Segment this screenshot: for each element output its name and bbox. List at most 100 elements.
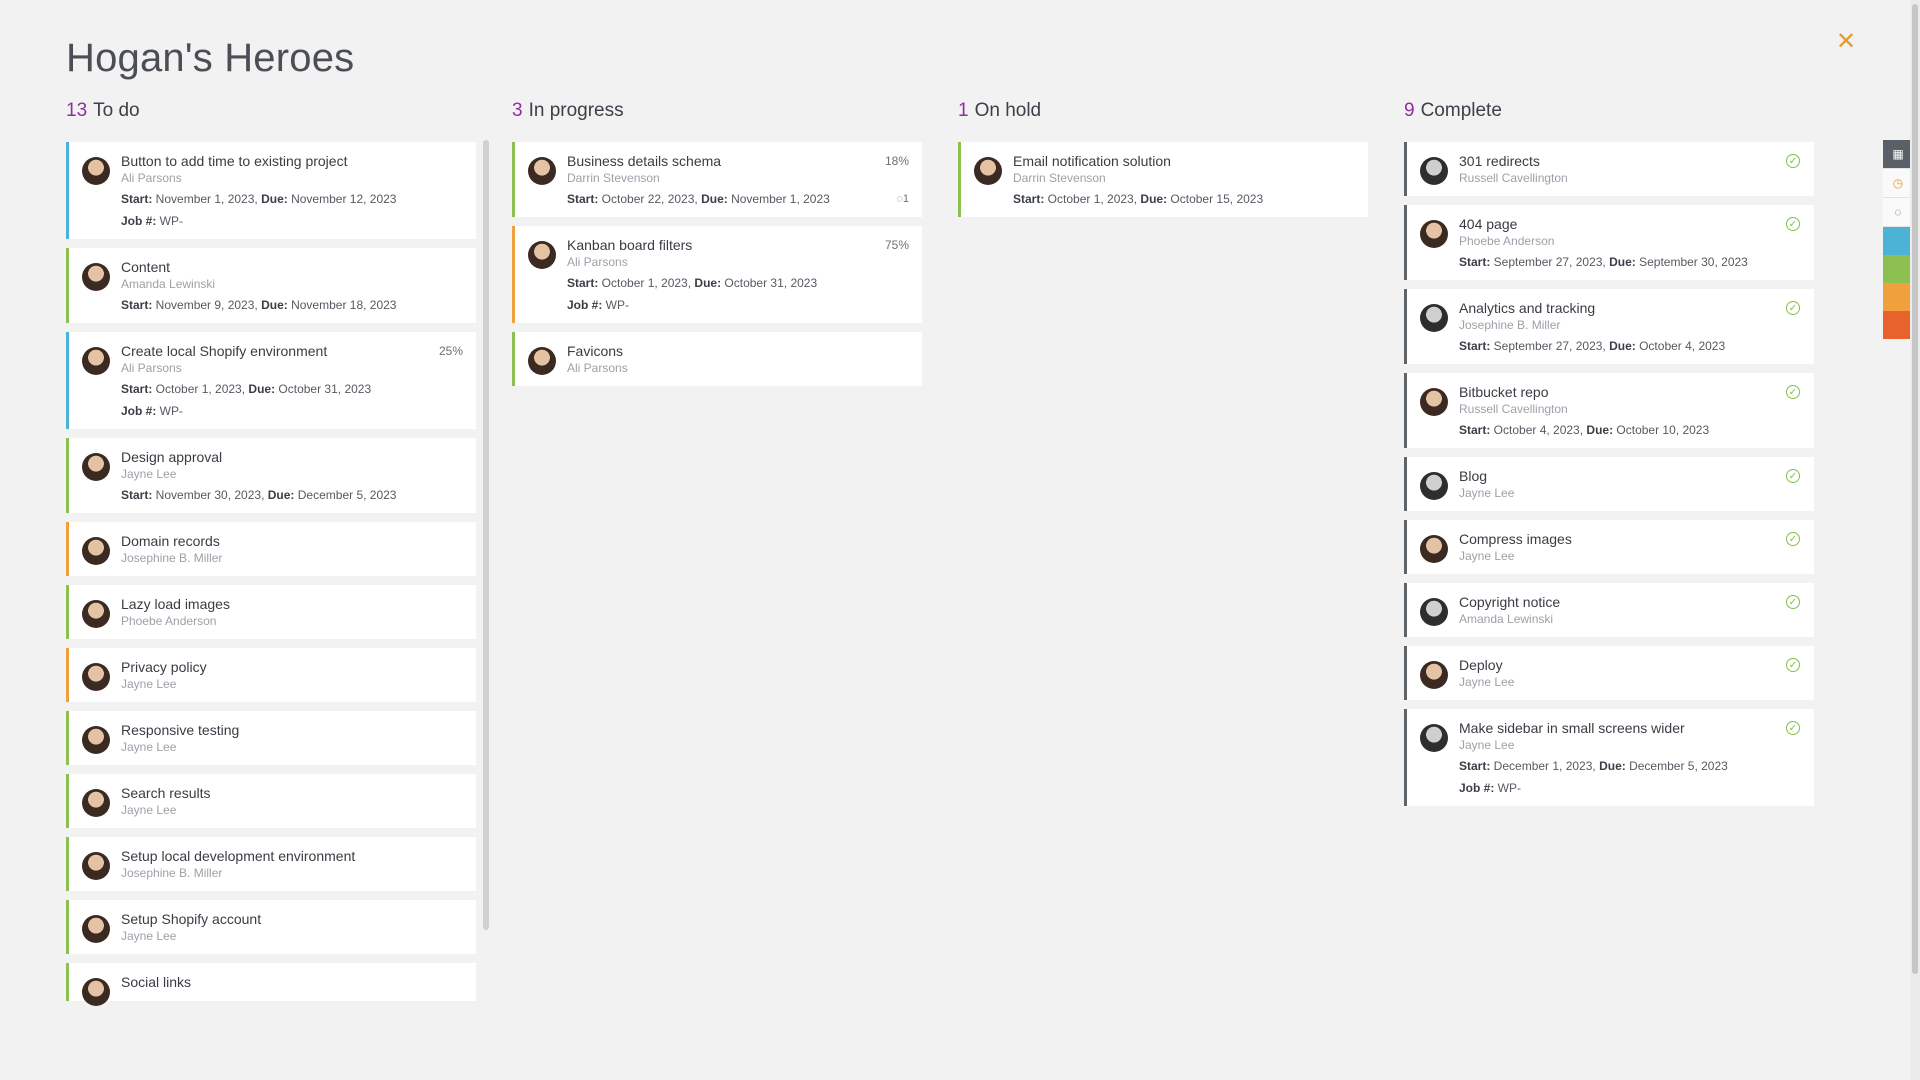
- task-name[interactable]: Email notification solution: [1013, 152, 1356, 170]
- task-card[interactable]: Create local Shopify environment Ali Pars…: [66, 332, 476, 429]
- task-name[interactable]: Make sidebar in small screens wider: [1459, 719, 1802, 737]
- task-name[interactable]: 404 page: [1459, 215, 1802, 233]
- task-name[interactable]: Setup local development environment: [121, 847, 464, 865]
- card-body: Setup local development environment Josep…: [121, 847, 464, 881]
- start-label: Start:: [121, 382, 153, 396]
- task-card[interactable]: Kanban board filters Ali Parsons Start: Oc…: [512, 226, 922, 323]
- task-name[interactable]: Search results: [121, 784, 464, 802]
- complete-check-icon: ✓: [1786, 217, 1800, 231]
- card-body: 404 page Phoebe Anderson Start: September …: [1459, 215, 1802, 270]
- color-filter-swatch[interactable]: [1883, 283, 1913, 311]
- task-card[interactable]: Analytics and tracking Josephine B. Mille…: [1404, 289, 1814, 364]
- page-scrollbar-thumb[interactable]: [1912, 4, 1918, 974]
- task-card[interactable]: Domain records Josephine B. Miller: [66, 522, 476, 576]
- task-name[interactable]: 301 redirects: [1459, 152, 1802, 170]
- column-title: Complete: [1420, 100, 1502, 121]
- task-card[interactable]: Email notification solution Darrin Steven…: [958, 142, 1368, 217]
- task-card[interactable]: Privacy policy Jayne Lee: [66, 648, 476, 702]
- task-name[interactable]: Social links: [121, 973, 464, 991]
- due-label: Due:: [267, 488, 295, 502]
- task-card[interactable]: Setup Shopify account Jayne Lee: [66, 900, 476, 954]
- due-date: December 5, 2023: [294, 488, 397, 502]
- task-name[interactable]: Design approval: [121, 448, 464, 466]
- job-label: Job #:: [567, 298, 603, 312]
- complete-check-icon: ✓: [1786, 385, 1800, 399]
- clock-icon[interactable]: ◷: [1883, 169, 1913, 198]
- task-card[interactable]: Lazy load images Phoebe Anderson: [66, 585, 476, 639]
- task-card[interactable]: Business details schema Darrin Stevenson S…: [512, 142, 922, 217]
- task-card[interactable]: Responsive testing Jayne Lee: [66, 711, 476, 765]
- complete-check-icon: ✓: [1786, 301, 1800, 315]
- page-scrollbar[interactable]: [1910, 0, 1920, 1080]
- task-card[interactable]: Search results Jayne Lee: [66, 774, 476, 828]
- task-name[interactable]: Analytics and tracking: [1459, 299, 1802, 317]
- assignee-name: Jayne Lee: [1459, 675, 1515, 689]
- task-name[interactable]: Copyright notice: [1459, 593, 1802, 611]
- task-card[interactable]: Setup local development environment Josep…: [66, 837, 476, 891]
- avatar: [82, 347, 110, 375]
- task-name[interactable]: Kanban board filters: [567, 236, 910, 254]
- grid-icon[interactable]: ▦: [1883, 140, 1913, 169]
- task-name[interactable]: Deploy: [1459, 656, 1802, 674]
- column-header: 13 To do: [66, 100, 476, 126]
- task-card[interactable]: Copyright notice Amanda Lewinski ✓: [1404, 583, 1814, 637]
- task-name[interactable]: Bitbucket repo: [1459, 383, 1802, 401]
- task-card[interactable]: Content Amanda Lewinski Start: November 9,…: [66, 248, 476, 323]
- complete-check-icon: ✓: [1786, 721, 1800, 735]
- task-card[interactable]: Favicons Ali Parsons: [512, 332, 922, 386]
- progress-percent: 75%: [884, 238, 909, 252]
- card-body: Button to add time to existing project Al…: [121, 152, 464, 229]
- close-icon[interactable]: ✕: [1834, 30, 1858, 54]
- task-name[interactable]: Button to add time to existing project: [121, 152, 464, 170]
- start-date: October 4, 2023,: [1490, 423, 1587, 437]
- todo-scrollbar[interactable]: [483, 140, 489, 930]
- task-card[interactable]: Bitbucket repo Russell Cavellington Start:…: [1404, 373, 1814, 448]
- complete-check-icon: ✓: [1786, 595, 1800, 609]
- due-label: Due:: [261, 192, 288, 206]
- task-card[interactable]: 404 page Phoebe Anderson Start: September …: [1404, 205, 1814, 280]
- start-date: October 1, 2023,: [1044, 192, 1141, 206]
- task-card[interactable]: Deploy Jayne Lee ✓: [1404, 646, 1814, 700]
- task-name[interactable]: Privacy policy: [121, 658, 464, 676]
- task-name[interactable]: Business details schema: [567, 152, 910, 170]
- avatar: [1420, 157, 1448, 185]
- task-card[interactable]: Design approval Jayne Lee Start: November …: [66, 438, 476, 513]
- task-card[interactable]: 301 redirects Russell Cavellington ✓: [1404, 142, 1814, 196]
- assignee-name: Jayne Lee: [121, 677, 177, 691]
- task-name[interactable]: Lazy load images: [121, 595, 464, 613]
- task-card[interactable]: Button to add time to existing project Al…: [66, 142, 476, 239]
- task-name[interactable]: Create local Shopify environment: [121, 342, 464, 360]
- task-name[interactable]: Responsive testing: [121, 721, 464, 739]
- color-filter-swatch[interactable]: [1883, 255, 1913, 283]
- start-label: Start:: [1459, 423, 1491, 437]
- comment-icon[interactable]: ◌: [1883, 198, 1913, 227]
- comment-count[interactable]: ◌1: [896, 193, 909, 205]
- start-label: Start:: [567, 192, 599, 206]
- job-value: WP-: [156, 214, 184, 228]
- avatar: [1420, 220, 1448, 248]
- task-name[interactable]: Blog: [1459, 467, 1802, 485]
- task-name[interactable]: Domain records: [121, 532, 464, 550]
- task-card[interactable]: Compress images Jayne Lee ✓: [1404, 520, 1814, 574]
- due-date: September 30, 2023: [1635, 255, 1748, 269]
- task-name[interactable]: Setup Shopify account: [121, 910, 464, 928]
- color-filter-swatch[interactable]: [1883, 311, 1913, 339]
- task-card[interactable]: Blog Jayne Lee ✓: [1404, 457, 1814, 511]
- task-job-number: Job #: WP-: [567, 297, 910, 313]
- color-filter-swatch[interactable]: [1883, 227, 1913, 255]
- task-name[interactable]: Favicons: [567, 342, 910, 360]
- avatar: [1420, 472, 1448, 500]
- task-name[interactable]: Content: [121, 258, 464, 276]
- complete-check-icon: ✓: [1786, 532, 1800, 546]
- avatar: [82, 915, 110, 943]
- column-header: 3 In progress: [512, 100, 922, 126]
- column-count: 3: [512, 100, 523, 121]
- task-name[interactable]: Compress images: [1459, 530, 1802, 548]
- assignee-name: Jayne Lee: [121, 929, 177, 943]
- task-card[interactable]: Social links: [66, 963, 476, 1006]
- task-card[interactable]: Make sidebar in small screens wider Jayne…: [1404, 709, 1814, 806]
- card-body: Bitbucket repo Russell Cavellington Start:…: [1459, 383, 1802, 438]
- assignee-name: Ali Parsons: [121, 361, 182, 375]
- avatar: [82, 789, 110, 817]
- due-date: October 15, 2023: [1167, 192, 1264, 206]
